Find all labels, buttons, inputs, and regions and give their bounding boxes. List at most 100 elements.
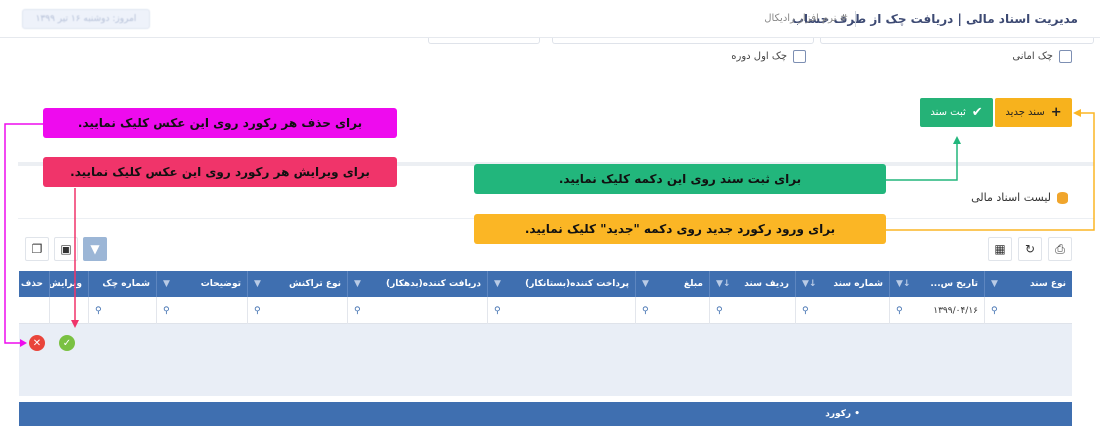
checkbox-box[interactable] bbox=[793, 50, 806, 63]
column-label: نوع تراکنش bbox=[289, 279, 341, 289]
checkbox-label: چک اول دوره bbox=[731, 51, 787, 62]
excel-icon: ▣ bbox=[60, 242, 72, 256]
column-header[interactable]: شماره چک bbox=[88, 271, 156, 297]
column-header[interactable]: مبلغ ▼ bbox=[635, 271, 709, 297]
search-icon: ⚲ bbox=[991, 305, 998, 316]
form-field-stub[interactable] bbox=[820, 38, 1094, 44]
filter-button[interactable]: ▼ bbox=[83, 237, 107, 261]
sort-filter-icon[interactable]: ↓▼ bbox=[716, 279, 730, 289]
new-document-label: سند جدید bbox=[1005, 107, 1045, 118]
column-header[interactable]: پرداخت کننده(بستانکار) ▼ bbox=[487, 271, 635, 297]
excel-button[interactable]: ▣ bbox=[54, 237, 78, 261]
new-arrow-line bbox=[886, 112, 1095, 231]
refresh-button[interactable]: ↻ bbox=[1018, 237, 1042, 261]
save-document-button[interactable]: ✔ ثبت سند bbox=[920, 98, 993, 127]
checkbox-label: چک امانی bbox=[1012, 51, 1053, 62]
sort-filter-icon[interactable]: ↓▼ bbox=[896, 279, 910, 289]
form-field-stub[interactable] bbox=[428, 38, 540, 44]
panel-title: لیست اسناد مالی bbox=[971, 191, 1068, 204]
save-callout: برای ثبت سند روی این دکمه کلیک نمایید. bbox=[474, 164, 886, 194]
checkbox-box[interactable] bbox=[1059, 50, 1072, 63]
database-icon bbox=[1057, 191, 1068, 204]
search-icon: ⚲ bbox=[254, 305, 261, 316]
column-label: حذف bbox=[20, 279, 43, 289]
filter-cell[interactable]: ⚲ bbox=[795, 297, 889, 324]
filter-cell[interactable]: ⚲ bbox=[635, 297, 709, 324]
filter-icon[interactable]: ▼ bbox=[991, 279, 998, 289]
filter-icon: ▼ bbox=[90, 242, 100, 256]
column-label: شماره سند bbox=[833, 279, 883, 289]
refresh-icon: ↻ bbox=[1024, 242, 1036, 256]
panel-title-text: لیست اسناد مالی bbox=[971, 191, 1051, 204]
date-badge: امروز: دوشنبه ۱۶ تیر ۱۳۹۹ bbox=[22, 9, 150, 29]
table-body bbox=[19, 324, 1072, 396]
column-label: دریافت کننده(بدهکار) bbox=[385, 279, 481, 289]
edit-callout: برای ویرایش هر رکورد روی این عکس کلیک نم… bbox=[43, 157, 397, 187]
checkbox-amani[interactable]: چک امانی bbox=[1012, 50, 1072, 63]
filter-icon[interactable]: ▼ bbox=[254, 279, 261, 289]
save-arrow-head bbox=[953, 136, 961, 144]
column-label: پرداخت کننده(بستانکار) bbox=[525, 279, 629, 289]
filter-icon[interactable]: ▼ bbox=[642, 279, 649, 289]
filter-cell[interactable]: ⚲ bbox=[247, 297, 347, 324]
plus-icon: + bbox=[1050, 105, 1062, 120]
column-header[interactable]: تاریخ س... ↓▼ bbox=[889, 271, 984, 297]
search-icon: ⚲ bbox=[802, 305, 809, 316]
search-icon: ⚲ bbox=[494, 305, 501, 316]
new-arrow-head bbox=[1073, 109, 1081, 117]
delete-icon[interactable]: ✕ bbox=[29, 335, 45, 351]
copy-icon: ❐ bbox=[31, 242, 43, 256]
column-header[interactable]: توضیحات ▼ bbox=[156, 271, 247, 297]
column-label: شماره چک bbox=[102, 279, 150, 289]
copy-button[interactable]: ❐ bbox=[25, 237, 49, 261]
column-header[interactable]: دریافت کننده(بدهکار) ▼ bbox=[347, 271, 487, 297]
filter-cell[interactable]: ⚲ bbox=[347, 297, 487, 324]
new-document-button[interactable]: + سند جدید bbox=[995, 98, 1072, 127]
filter-icon[interactable]: ▼ bbox=[163, 279, 170, 289]
search-icon: ⚲ bbox=[716, 305, 723, 316]
print-icon: ⎙ bbox=[1055, 241, 1065, 256]
column-header[interactable]: ویرایش bbox=[49, 271, 88, 297]
filter-icon[interactable]: ▼ bbox=[494, 279, 501, 289]
edit-icon[interactable]: ✓ bbox=[59, 335, 75, 351]
filter-cell[interactable]: ⚲ bbox=[984, 297, 1072, 324]
filter-cell bbox=[19, 297, 49, 324]
check-icon: ✔ bbox=[971, 105, 983, 120]
table-filter-row: ⚲ ۱۳۹۹/۰۴/۱۶ ⚲ ⚲ ⚲ ⚲ ⚲ ⚲ ⚲ ⚲ ⚲ bbox=[19, 297, 1072, 324]
top-bar: مدیریت اسناد مالی | دریافت چک از طرف حسا… bbox=[0, 0, 1100, 38]
columns-button[interactable]: ▦ bbox=[988, 237, 1012, 261]
filter-cell[interactable]: ⚲ bbox=[709, 297, 795, 324]
column-label: ویرایش bbox=[49, 279, 82, 289]
checkbox-opening[interactable]: چک اول دوره bbox=[731, 50, 806, 63]
column-header[interactable]: حذف bbox=[19, 271, 49, 297]
app-name: # نرم افزار رادیکال bbox=[764, 13, 848, 24]
filter-cell[interactable]: ⚲ bbox=[88, 297, 156, 324]
header-divider bbox=[855, 11, 856, 27]
filter-cell[interactable]: ⚲ bbox=[156, 297, 247, 324]
filter-cell[interactable]: ⚲ bbox=[487, 297, 635, 324]
column-header[interactable]: ردیف سند ↓▼ bbox=[709, 271, 795, 297]
print-button[interactable]: ⎙ bbox=[1048, 237, 1072, 261]
filter-icon[interactable]: ▼ bbox=[354, 279, 361, 289]
search-icon: ⚲ bbox=[896, 305, 903, 316]
page: مدیریت اسناد مالی | دریافت چک از طرف حسا… bbox=[0, 0, 1100, 433]
filter-value[interactable]: ۱۳۹۹/۰۴/۱۶ bbox=[933, 306, 978, 316]
save-arrow-line bbox=[886, 142, 958, 181]
search-icon: ⚲ bbox=[95, 305, 102, 316]
columns-icon: ▦ bbox=[994, 242, 1006, 256]
search-icon: ⚲ bbox=[354, 305, 361, 316]
column-label: نوع سند bbox=[1029, 279, 1066, 289]
search-icon: ⚲ bbox=[163, 305, 170, 316]
column-header[interactable]: نوع تراکنش ▼ bbox=[247, 271, 347, 297]
search-icon: ⚲ bbox=[642, 305, 649, 316]
sort-filter-icon[interactable]: ↓▼ bbox=[802, 279, 816, 289]
column-header[interactable]: نوع سند ▼ bbox=[984, 271, 1072, 297]
delete-callout: برای حذف هر رکورد روی این عکس کلیک نمایی… bbox=[43, 108, 397, 138]
column-label: تاریخ س... bbox=[930, 279, 978, 289]
filter-cell bbox=[49, 297, 88, 324]
column-header[interactable]: شماره سند ↓▼ bbox=[795, 271, 889, 297]
filter-cell[interactable]: ۱۳۹۹/۰۴/۱۶ ⚲ bbox=[889, 297, 984, 324]
column-label: مبلغ bbox=[683, 279, 703, 289]
table-footer: • رکورد bbox=[19, 402, 1072, 426]
form-field-stub[interactable] bbox=[552, 38, 814, 44]
